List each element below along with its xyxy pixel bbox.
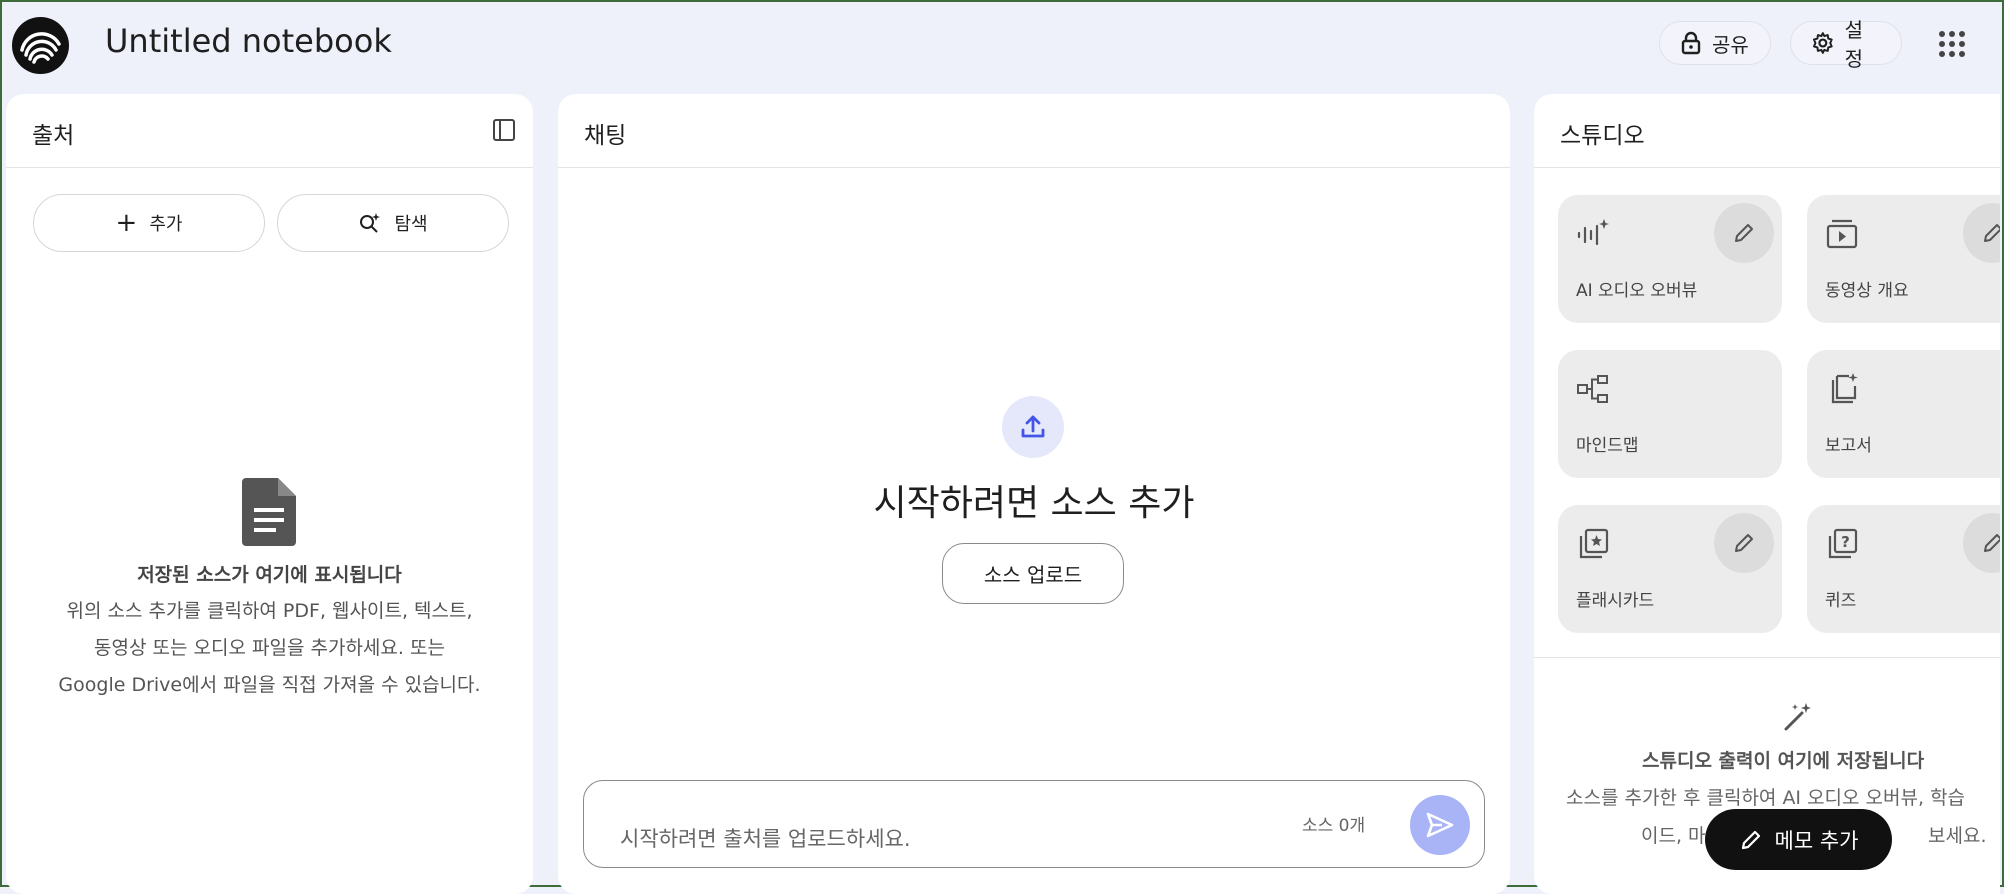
studio-tile-video-overview[interactable]: 동영상 개요: [1807, 195, 2000, 323]
edit-video-overview-button[interactable]: [1963, 203, 2000, 263]
studio-panel-title: 스튜디오: [1560, 123, 1645, 149]
explore-label: 탐색: [394, 214, 428, 235]
studio-tile-quiz[interactable]: ? 퀴즈: [1807, 505, 2000, 633]
apps-grid-icon[interactable]: [1939, 31, 1965, 61]
upload-icon: [1002, 396, 1064, 458]
studio-tile-report[interactable]: 보고서: [1807, 350, 2000, 478]
studio-empty-desc-2: 이드, 마: [1641, 825, 1706, 847]
quiz-icon: ?: [1825, 527, 1859, 565]
search-sparkle-icon: [360, 213, 381, 233]
share-button[interactable]: 공유: [1659, 21, 1771, 65]
report-icon: [1825, 372, 1859, 410]
studio-tile-label: 보고서: [1825, 436, 1872, 456]
settings-button[interactable]: 설정: [1790, 18, 1902, 71]
studio-empty-desc-1: 소스를 추가한 후 클릭하여 AI 오디오 오버뷰, 학습: [1566, 787, 1966, 809]
sources-empty-desc-1: 위의 소스 추가를 클릭하여 PDF, 웹사이트, 텍스트,: [66, 600, 473, 622]
add-source-label: 추가: [149, 214, 183, 235]
add-memo-button[interactable]: 메모 추가: [1705, 809, 1892, 870]
studio-tile-audio-overview[interactable]: AI 오디오 오버뷰: [1558, 195, 1782, 323]
studio-tile-label: 동영상 개요: [1825, 281, 1909, 301]
edit-flashcard-button[interactable]: [1714, 513, 1774, 573]
chat-panel-header: 채팅: [558, 94, 1510, 168]
edit-audio-overview-button[interactable]: [1714, 203, 1774, 263]
chat-input[interactable]: 시작하려면 출처를 업로드하세요.: [620, 823, 911, 853]
source-count-label: 소스 0개: [1302, 816, 1366, 836]
studio-panel-header: 스튜디오: [1534, 94, 2000, 168]
app-logo[interactable]: [12, 17, 69, 74]
sources-empty-desc-2: 동영상 또는 오디오 파일을 추가하세요. 또는: [94, 637, 445, 659]
pencil-icon: [1741, 830, 1760, 849]
collapse-panel-icon[interactable]: [492, 118, 516, 146]
pencil-icon: [1735, 224, 1753, 242]
audio-sparkle-icon: [1576, 217, 1610, 255]
studio-tile-flashcard[interactable]: 플래시카드: [1558, 505, 1782, 633]
studio-empty-desc-3: 보세요.: [1928, 825, 1987, 847]
video-overview-icon: [1825, 217, 1859, 255]
gear-icon: [1812, 32, 1833, 54]
pencil-icon: [1735, 534, 1753, 552]
studio-empty-title: 스튜디오 출력이 여기에 저장됩니다: [1642, 750, 1925, 772]
studio-tile-label: 퀴즈: [1825, 591, 1857, 611]
chat-empty-heading: 시작하려면 소스 추가: [873, 483, 1195, 524]
send-icon: [1426, 812, 1454, 838]
lock-icon: [1681, 31, 1701, 55]
upload-source-label: 소스 업로드: [983, 563, 1083, 587]
pencil-icon: [1984, 534, 2000, 552]
chat-panel-title: 채팅: [584, 123, 627, 149]
pencil-icon: [1984, 224, 2000, 242]
explore-sources-button[interactable]: 탐색: [277, 194, 509, 252]
share-label: 공유: [1712, 32, 1749, 57]
sources-panel-title: 출처: [32, 123, 75, 149]
studio-tile-mindmap[interactable]: 마인드맵: [1558, 350, 1782, 478]
settings-label: 설정: [1844, 18, 1864, 71]
add-source-button[interactable]: + 추가: [33, 194, 265, 252]
svg-text:?: ?: [1841, 533, 1850, 551]
studio-tile-label: 마인드맵: [1576, 436, 1639, 456]
add-memo-label: 메모 추가: [1774, 828, 1859, 853]
sources-panel-header: 출처: [6, 94, 533, 168]
studio-divider: [1534, 657, 2000, 658]
sources-empty-desc-3: Google Drive에서 파일을 직접 가져올 수 있습니다.: [58, 674, 481, 696]
sources-panel: 출처 + 추가 탐색 저장된 소스가 여기에 표시됩니다 위의 소스 추가를 클…: [6, 94, 533, 894]
send-button[interactable]: [1410, 795, 1470, 855]
studio-panel: 스튜디오 AI 오디오 오버뷰 동영상 개요 마인드맵 보고서 플래시카드 ? …: [1534, 94, 2000, 894]
sources-empty-title: 저장된 소스가 여기에 표시됩니다: [137, 564, 402, 586]
chat-panel: 채팅 시작하려면 소스 추가 소스 업로드 시작하려면 출처를 업로드하세요. …: [558, 94, 1510, 894]
plus-icon: +: [115, 208, 138, 238]
mindmap-icon: [1576, 372, 1610, 410]
notebook-title[interactable]: Untitled notebook: [105, 22, 392, 60]
chat-input-box[interactable]: 시작하려면 출처를 업로드하세요. 소스 0개: [583, 780, 1485, 868]
magic-wand-icon: [1782, 701, 1814, 737]
document-icon: [240, 476, 300, 552]
edit-quiz-button[interactable]: [1963, 513, 2000, 573]
upload-source-button[interactable]: 소스 업로드: [942, 543, 1124, 604]
studio-tile-label: AI 오디오 오버뷰: [1576, 281, 1698, 301]
studio-tile-label: 플래시카드: [1576, 591, 1655, 611]
flashcard-icon: [1576, 527, 1610, 565]
